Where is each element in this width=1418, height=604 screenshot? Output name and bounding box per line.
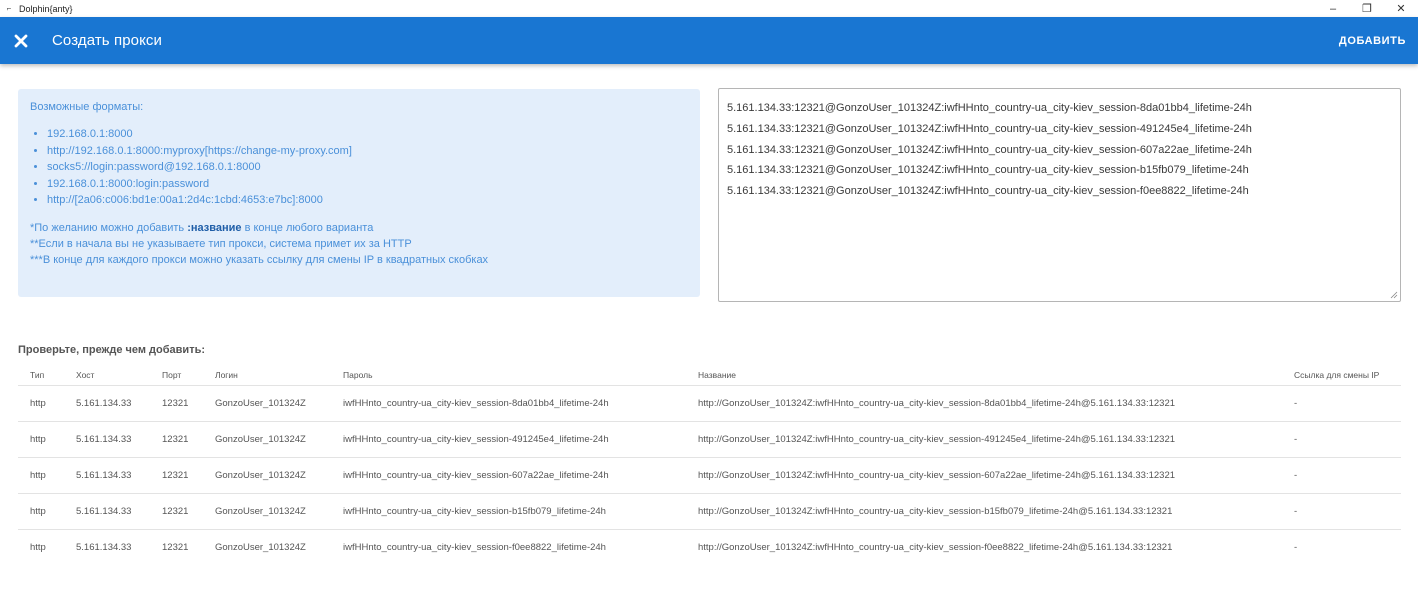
- close-dialog-button[interactable]: [7, 27, 35, 55]
- window-controls: – ❐ ✕: [1316, 0, 1418, 17]
- add-button[interactable]: ДОБАВИТЬ: [1339, 35, 1406, 47]
- proxy-line: 5.161.134.33:12321@GonzoUser_101324Z:iwf…: [727, 102, 1252, 114]
- preview-title: Проверьте, прежде чем добавить:: [18, 344, 206, 356]
- note-default-http: **Если в начала вы не указываете тип про…: [30, 237, 412, 250]
- proxy-preview-table: Тип Хост Порт Логин Пароль Название Ссыл…: [18, 365, 1401, 565]
- dialog-title: Создать прокси: [52, 32, 162, 49]
- cell-type: http: [18, 528, 64, 565]
- note-name-suffix: *По желанию можно добавить :название в к…: [30, 220, 688, 236]
- cell-name: http://GonzoUser_101324Z:iwfHHnto_countr…: [686, 456, 1282, 493]
- table-row: http 5.161.134.33 12321 GonzoUser_101324…: [18, 420, 1401, 457]
- note-change-ip-link: ***В конце для каждого прокси можно указ…: [30, 253, 489, 266]
- cell-host: 5.161.134.33: [64, 456, 150, 493]
- cell-change-ip-link: -: [1282, 384, 1401, 421]
- cell-login: GonzoUser_101324Z: [203, 384, 331, 421]
- cell-login: GonzoUser_101324Z: [203, 528, 331, 565]
- cell-type: http: [18, 420, 64, 457]
- close-icon: [14, 34, 28, 47]
- cell-login: GonzoUser_101324Z: [203, 420, 331, 457]
- note-text: в конце любого варианта: [241, 221, 374, 234]
- column-header-host: Хост: [76, 369, 95, 380]
- cell-name: http://GonzoUser_101324Z:iwfHHnto_countr…: [686, 492, 1282, 529]
- cell-password: iwfHHnto_country-ua_city-kiev_session-b1…: [331, 492, 686, 529]
- window-title: Dolphin{anty}: [19, 3, 73, 14]
- resize-grip-icon[interactable]: [1390, 291, 1398, 299]
- proxy-line: 5.161.134.33:12321@GonzoUser_101324Z:iwf…: [727, 185, 1249, 198]
- formats-info-panel: Возможные форматы: 192.168.0.1:8000 http…: [18, 89, 700, 297]
- proxy-line: 5.161.134.33:12321@GonzoUser_101324Z:iwf…: [727, 164, 1249, 177]
- table-row: http 5.161.134.33 12321 GonzoUser_101324…: [18, 492, 1401, 529]
- cell-name: http://GonzoUser_101324Z:iwfHHnto_countr…: [686, 528, 1282, 565]
- proxy-input-textarea[interactable]: 5.161.134.33:12321@GonzoUser_101324Z:iwf…: [718, 88, 1401, 302]
- cell-host: 5.161.134.33: [64, 384, 150, 421]
- window-close-button[interactable]: ✕: [1384, 0, 1418, 17]
- cell-login: GonzoUser_101324Z: [203, 492, 331, 529]
- restore-button[interactable]: ❐: [1350, 0, 1384, 17]
- cell-port: 12321: [150, 492, 203, 529]
- cell-type: http: [18, 492, 64, 529]
- column-header-port: Порт: [162, 369, 182, 380]
- formats-title: Возможные форматы:: [30, 101, 144, 113]
- cell-type: http: [18, 456, 64, 493]
- app-icon: ⌐: [6, 3, 12, 13]
- cell-password: iwfHHnto_country-ua_city-kiev_session-8d…: [331, 384, 686, 421]
- cell-type: http: [18, 384, 64, 421]
- cell-host: 5.161.134.33: [64, 528, 150, 565]
- window-titlebar: ⌐ Dolphin{anty} – ❐ ✕: [0, 0, 1418, 17]
- format-item: 192.168.0.1:8000:login:password: [47, 176, 688, 193]
- table-header-row: Тип Хост Порт Логин Пароль Название Ссыл…: [18, 365, 1401, 385]
- column-header-login: Логин: [215, 369, 238, 380]
- format-item: 192.168.0.1:8000: [47, 126, 688, 143]
- table-row: http 5.161.134.33 12321 GonzoUser_101324…: [18, 456, 1401, 493]
- note-highlight: :название: [187, 221, 242, 234]
- cell-login: GonzoUser_101324Z: [203, 456, 331, 493]
- format-notes: *По желанию можно добавить :название в к…: [30, 220, 688, 268]
- cell-port: 12321: [150, 384, 203, 421]
- cell-port: 12321: [150, 528, 203, 565]
- column-header-password: Пароль: [343, 369, 373, 380]
- minimize-button[interactable]: –: [1316, 0, 1350, 17]
- format-item: socks5://login:password@192.168.0.1:8000: [47, 159, 688, 176]
- cell-name: http://GonzoUser_101324Z:iwfHHnto_countr…: [686, 420, 1282, 457]
- proxy-line: 5.161.134.33:12321@GonzoUser_101324Z:iwf…: [727, 122, 1252, 135]
- table-row: http 5.161.134.33 12321 GonzoUser_101324…: [18, 528, 1401, 565]
- cell-password: iwfHHnto_country-ua_city-kiev_session-f0…: [331, 528, 686, 565]
- column-header-name: Название: [698, 369, 736, 380]
- cell-password: iwfHHnto_country-ua_city-kiev_session-49…: [331, 420, 686, 457]
- cell-host: 5.161.134.33: [64, 492, 150, 529]
- cell-port: 12321: [150, 420, 203, 457]
- cell-change-ip-link: -: [1282, 492, 1401, 529]
- dialog-header: Создать прокси ДОБАВИТЬ: [0, 17, 1418, 64]
- table-row: http 5.161.134.33 12321 GonzoUser_101324…: [18, 384, 1401, 421]
- cell-password: iwfHHnto_country-ua_city-kiev_session-60…: [331, 456, 686, 493]
- column-header-change-ip-link: Ссылка для смены IP: [1294, 369, 1380, 380]
- column-header-type: Тип: [30, 369, 45, 380]
- formats-list: 192.168.0.1:8000 http://192.168.0.1:8000…: [47, 126, 688, 209]
- cell-host: 5.161.134.33: [64, 420, 150, 457]
- note-text: *По желанию можно добавить: [30, 221, 188, 234]
- format-item: http://[2a06:c006:bd1e:00a1:2d4c:1cbd:46…: [47, 192, 688, 209]
- proxy-line: 5.161.134.33:12321@GonzoUser_101324Z:iwf…: [727, 143, 1252, 156]
- cell-change-ip-link: -: [1282, 456, 1401, 493]
- cell-name: http://GonzoUser_101324Z:iwfHHnto_countr…: [686, 384, 1282, 421]
- cell-port: 12321: [150, 456, 203, 493]
- cell-change-ip-link: -: [1282, 420, 1401, 457]
- cell-change-ip-link: -: [1282, 528, 1401, 565]
- format-item: http://192.168.0.1:8000:myproxy[https://…: [47, 143, 688, 160]
